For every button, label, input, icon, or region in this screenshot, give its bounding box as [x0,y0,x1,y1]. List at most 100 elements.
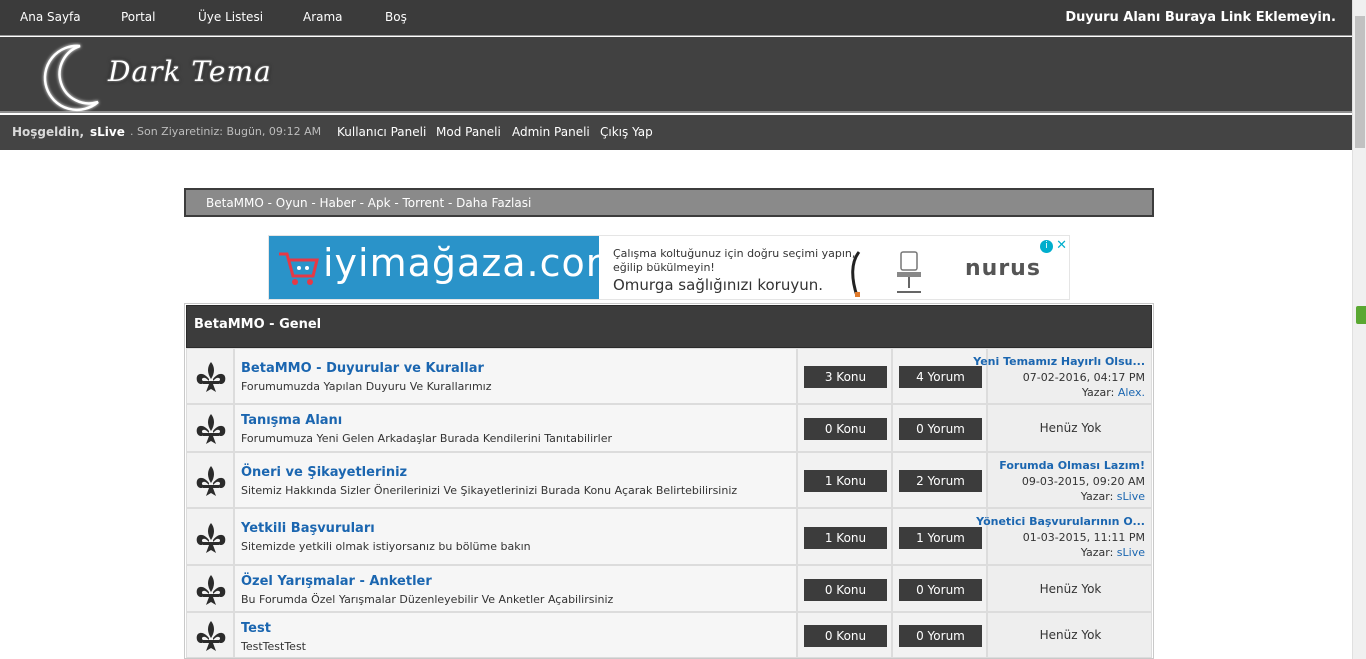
last-post-title-link[interactable]: Yönetici Başvurularının O... [976,515,1145,528]
greeting-label: Hoşgeldin, [12,125,85,139]
last-post-date: 01-03-2015, 11:11 PM [1022,531,1145,544]
forum-row: Tanışma Alanı Forumumuza Yeni Gelen Arkad… [186,404,1152,452]
post-count-badge: 0 Yorum [899,418,982,440]
post-count-badge: 0 Yorum [899,625,982,647]
topic-count-badge: 0 Konu [804,579,887,601]
topic-count-badge: 1 Konu [804,470,887,492]
mod-panel-link[interactable]: Mod Paneli [436,125,501,139]
last-post-author-label: Yazar: [1081,386,1115,399]
forum-info-cell: Yetkili Başvuruları Sitemizde yetkili olm… [234,508,797,565]
forum-posts-cell: 0 Yorum [892,565,987,612]
forum-info-cell: BetaMMO - Duyurular ve Kurallar Forumumuz… [234,348,797,404]
page-scrollbar[interactable] [1352,0,1366,659]
forum-topics-cell: 1 Konu [797,508,892,565]
forum-row: Özel Yarışmalar - Anketler Bu Forumda Öze… [186,565,1152,612]
forum-category-table: BetaMMO - Genel BetaMMO - Duyurular ve K… [184,303,1154,659]
forum-topics-cell: 3 Konu [797,348,892,404]
ad-brand-panel[interactable]: iyimağaza.com [269,236,623,299]
forum-topics-cell: 1 Konu [797,452,892,508]
nav-uye-listesi[interactable]: Üye Listesi [198,10,263,24]
forum-title-link[interactable]: Öneri ve Şikayetleriniz [241,465,407,480]
ad-line-3: Omurga sağlığınızı koruyun. [613,276,824,294]
fleur-de-lis-icon [196,414,226,444]
last-post-title-link[interactable]: Forumda Olması Lazım! [999,459,1145,472]
last-visit-text: . Son Ziyaretiniz: Bugün, 09:12 AM [130,125,322,138]
last-post-author-link[interactable]: sLive [1117,490,1145,503]
admin-panel-link[interactable]: Admin Paneli [512,125,590,139]
nav-arama[interactable]: Arama [303,10,343,24]
forum-topics-cell: 0 Konu [797,612,892,658]
shopping-cart-icon [279,252,319,285]
forum-title-link[interactable]: Test [241,621,271,636]
last-post-none: Henüz Yok [1039,421,1102,435]
ad-close-icon[interactable]: ✕ [1056,238,1067,253]
last-post-date: 07-02-2016, 04:17 PM [1022,371,1145,384]
forum-row: Test TestTestTest 0 Konu 0 Yorum Henüz Yok [186,612,1152,658]
forum-title-link[interactable]: Özel Yarışmalar - Anketler [241,574,432,589]
fleur-de-lis-icon [196,523,226,553]
user-bar: Hoşgeldin, sLive . Son Ziyaretiniz: Bugü… [0,115,1352,150]
username-link[interactable]: sLive [90,125,125,139]
moon-logo-icon[interactable] [36,42,106,112]
forum-icon-cell [186,565,234,612]
forum-topics-cell: 0 Konu [797,565,892,612]
last-post-cell: Henüz Yok [987,612,1152,658]
forum-icon-cell [186,508,234,565]
forum-posts-cell: 1 Yorum [892,508,987,565]
forum-icon-cell [186,404,234,452]
forum-posts-cell: 0 Yorum [892,404,987,452]
category-title[interactable]: BetaMMO - Genel [194,317,321,332]
forum-title-link[interactable]: Yetkili Başvuruları [241,521,375,536]
forum-info-cell: Test TestTestTest [234,612,797,658]
post-count-badge: 4 Yorum [899,366,982,388]
last-post-author: Yazar: sLive [1081,546,1145,559]
last-post-author: Yazar: sLive [1081,490,1145,503]
forum-row: Öneri ve Şikayetleriniz Sitemiz Hakkında … [186,452,1152,508]
last-post-date: 09-03-2015, 09:20 AM [1021,475,1145,488]
nav-ana-sayfa[interactable]: Ana Sayfa [20,10,81,24]
forum-title-link[interactable]: BetaMMO - Duyurular ve Kurallar [241,361,484,376]
last-post-author-link[interactable]: Alex. [1118,386,1145,399]
forum-icon-cell [186,452,234,508]
nav-portal[interactable]: Portal [121,10,155,24]
post-count-badge: 2 Yorum [899,470,982,492]
site-header: Dark Tema [0,37,1352,113]
fleur-de-lis-icon [196,621,226,651]
side-tab-arrow-icon[interactable] [1356,306,1366,324]
nav-bos[interactable]: Boş [385,10,407,24]
topic-count-badge: 1 Konu [804,527,887,549]
category-header: BetaMMO - Genel [186,305,1152,348]
user-panel-link[interactable]: Kullanıcı Paneli [337,125,426,139]
topic-count-badge: 3 Konu [804,366,887,388]
last-post-title-link[interactable]: Yeni Temamız Hayırlı Olsu... [973,355,1145,368]
forum-row: Yetkili Başvuruları Sitemizde yetkili olm… [186,508,1152,565]
forum-info-cell: Öneri ve Şikayetleriniz Sitemiz Hakkında … [234,452,797,508]
ad-banner[interactable]: iyimağaza.com Çalışma koltuğunuz için do… [268,235,1070,300]
ad-line-1: Çalışma koltuğunuz için doğru seçimi yap… [613,247,856,260]
ad-info-icon[interactable]: i [1040,240,1053,253]
logout-link[interactable]: Çıkış Yap [600,125,653,139]
forum-posts-cell: 2 Yorum [892,452,987,508]
scrollbar-thumb[interactable] [1355,16,1365,148]
forum-title-link[interactable]: Tanışma Alanı [241,413,342,428]
last-post-none: Henüz Yok [1039,628,1102,642]
forum-icon-cell [186,612,234,658]
last-post-cell: Yeni Temamız Hayırlı Olsu... 07-02-2016, … [973,348,1152,404]
last-post-cell: Forumda Olması Lazım! 09-03-2015, 09:20 A… [987,452,1152,508]
last-post-none: Henüz Yok [1039,582,1102,596]
forum-info-cell: Tanışma Alanı Forumumuza Yeni Gelen Arkad… [234,404,797,452]
last-post-author-label: Yazar: [1080,546,1114,559]
announcement-text[interactable]: Duyuru Alanı Buraya Link Eklemeyin. [1065,10,1336,25]
post-count-badge: 1 Yorum [899,527,982,549]
last-post-author-label: Yazar: [1080,490,1114,503]
ad-brand-text: iyimağaza.com [323,241,624,285]
post-count-badge: 0 Yorum [899,579,982,601]
forum-row: BetaMMO - Duyurular ve Kurallar Forumumuz… [186,348,1152,404]
forum-description: Bu Forumda Özel Yarışmalar Düzenleyebili… [241,593,614,606]
ad-line-2: eğilip bükülmeyin! [613,261,715,274]
ad-sponsor-logo: nurus [965,256,1041,281]
last-post-author-link[interactable]: sLive [1117,546,1145,559]
breadcrumb-text[interactable]: BetaMMO - Oyun - Haber - Apk - Torrent -… [206,196,531,210]
logo-text[interactable]: Dark Tema [108,55,272,88]
forum-description: Forumumuza Yeni Gelen Arkadaşlar Burada … [241,432,613,445]
